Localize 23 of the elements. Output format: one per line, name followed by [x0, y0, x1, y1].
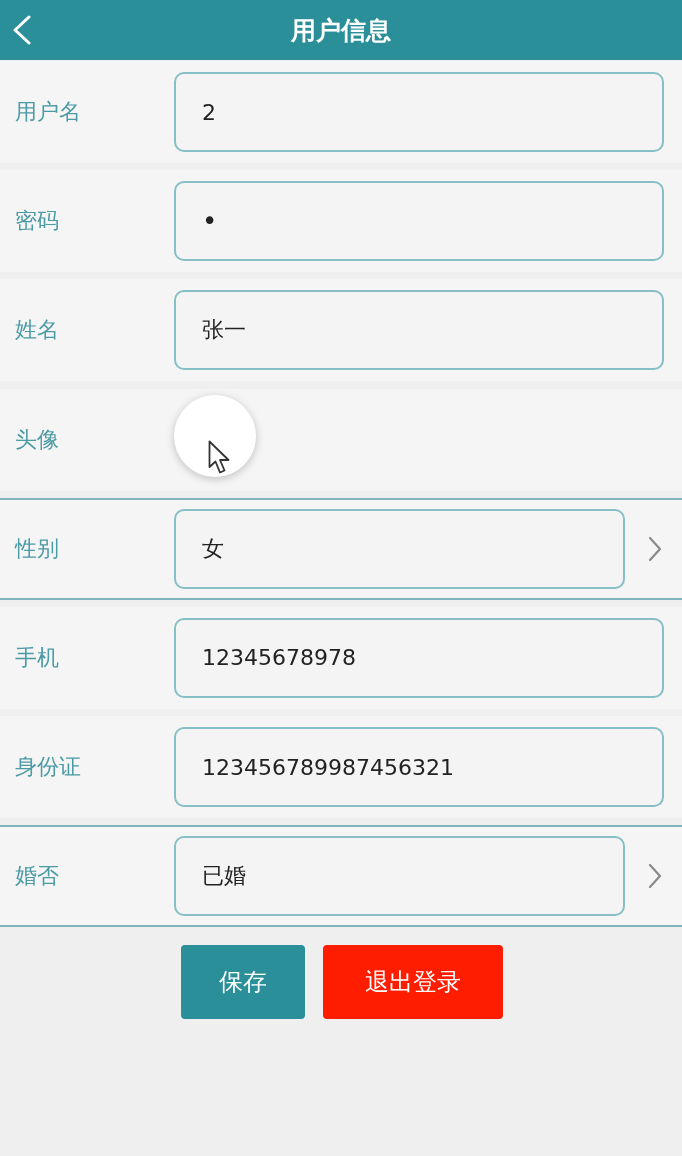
save-button[interactable]: 保存 — [181, 945, 305, 1020]
page-title: 用户信息 — [291, 14, 391, 47]
input-field[interactable]: 张一 — [174, 290, 664, 371]
back-icon[interactable] — [12, 15, 32, 45]
select-field[interactable]: 女 — [174, 508, 625, 589]
input-field[interactable]: 2 — [174, 72, 664, 152]
logout-button[interactable]: 退出登录 — [323, 945, 503, 1020]
field-label: 姓名 — [14, 316, 60, 345]
field-label: 用户名 — [14, 98, 82, 126]
avatar-image[interactable] — [174, 394, 256, 477]
field-label: 婚否 — [14, 862, 60, 891]
select-field[interactable]: 已婚 — [174, 836, 625, 917]
field-label: 密码 — [14, 207, 60, 236]
field-label: 头像 — [14, 425, 60, 454]
chevron-right-icon — [648, 535, 662, 562]
field-label: 手机 — [14, 643, 60, 672]
field-label: 身份证 — [14, 753, 82, 782]
input-field[interactable]: 123456789987456321 — [174, 727, 664, 808]
password-field[interactable]: • — [174, 181, 664, 262]
input-field[interactable]: 12345678978 — [174, 617, 664, 698]
field-label: 性别 — [13, 534, 60, 563]
chevron-right-icon — [648, 863, 662, 890]
pointer-icon — [208, 439, 232, 475]
